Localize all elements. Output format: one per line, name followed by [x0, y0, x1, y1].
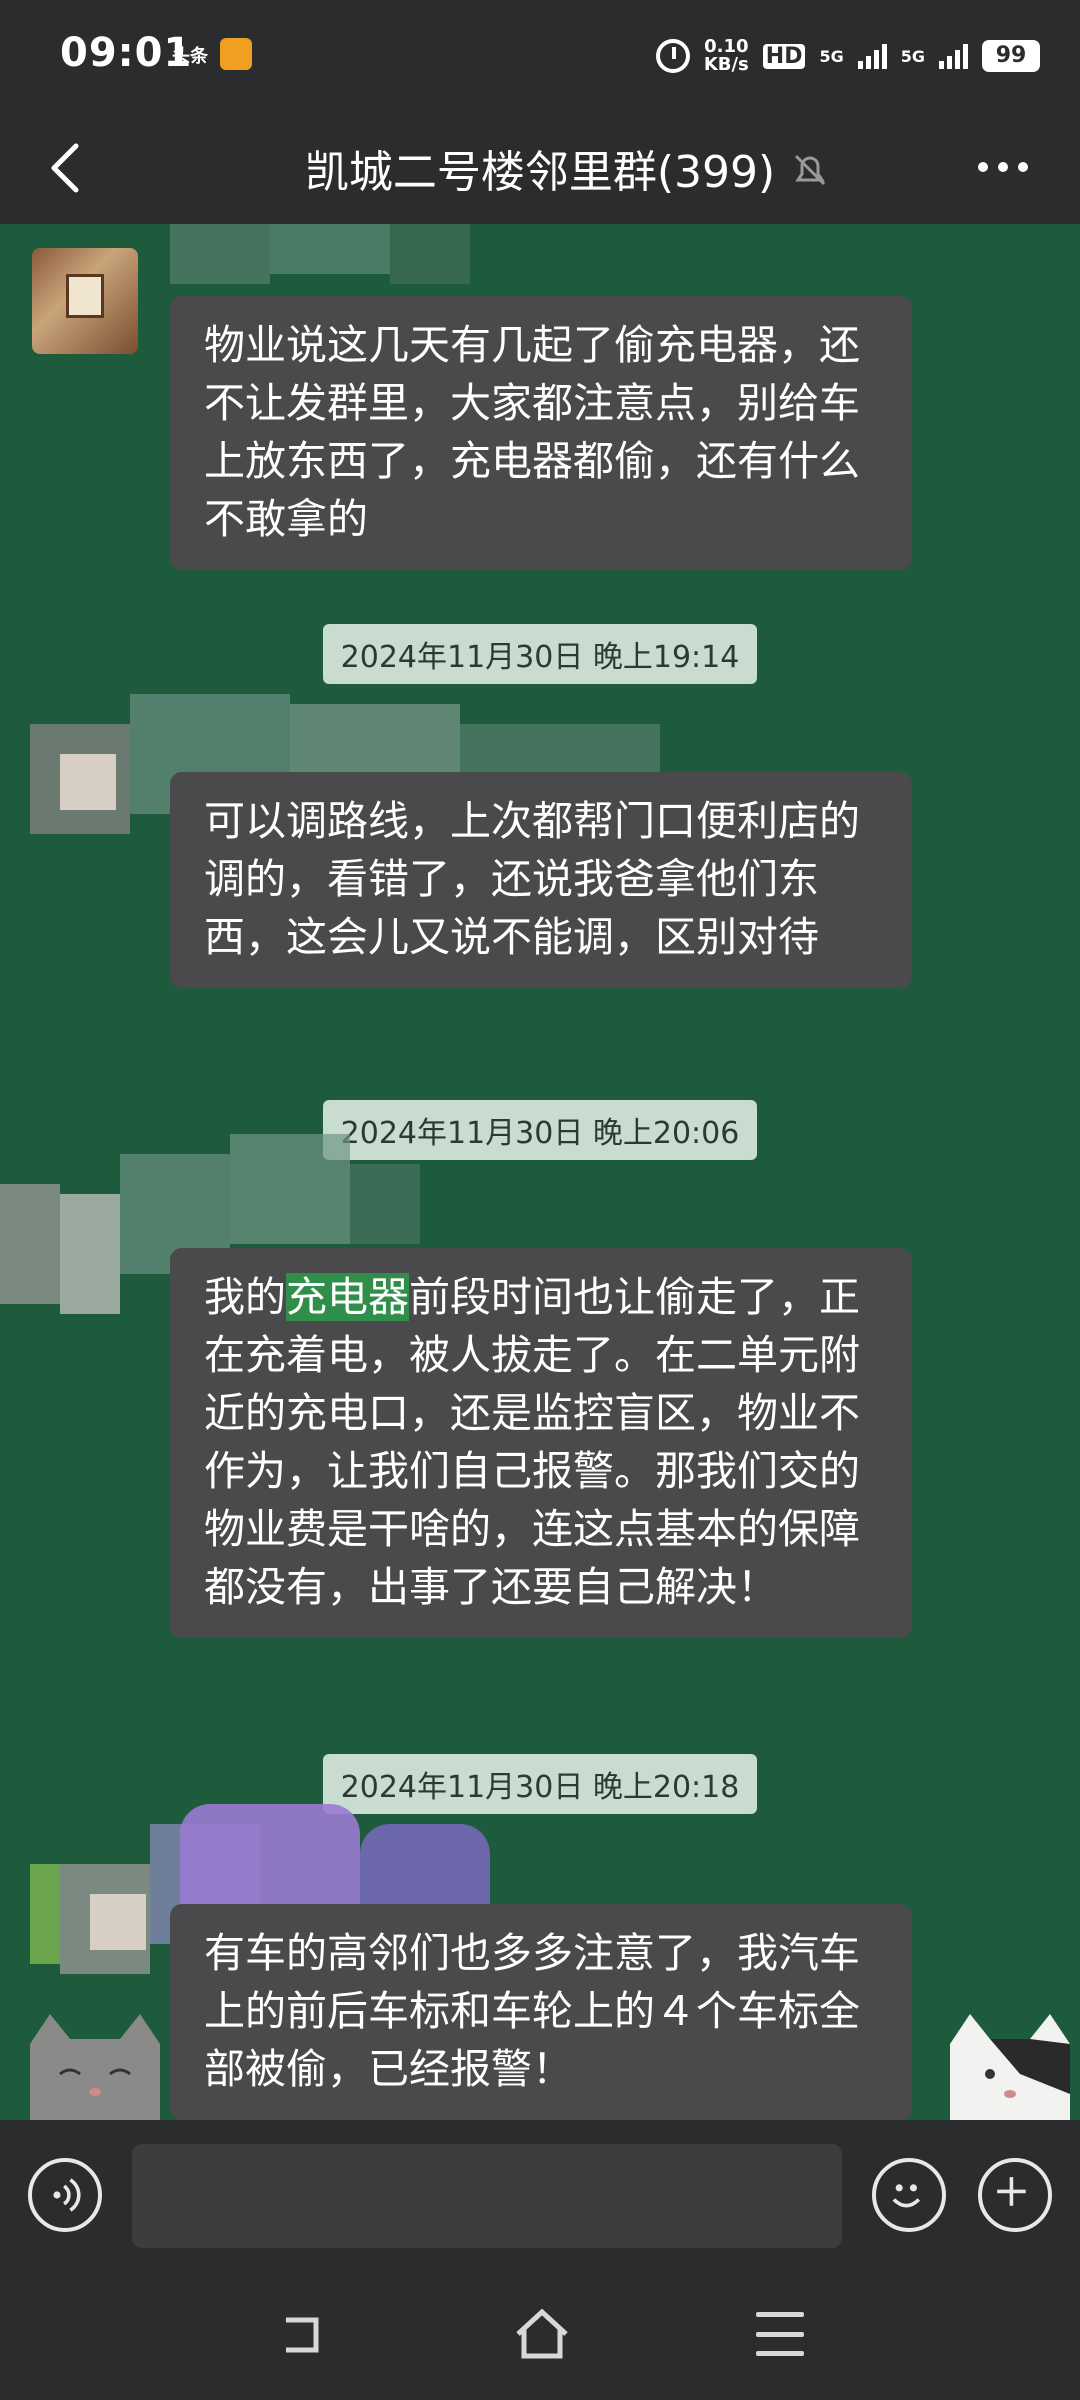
chat-area[interactable]: 物业说这几天有几起了偷充电器，还不让发群里，大家都注意点，别给车上放东西了，充电…	[0, 224, 1080, 2120]
alarm-icon	[655, 39, 690, 73]
system-nav-bar	[0, 2280, 1080, 2400]
voice-icon[interactable]	[28, 2158, 102, 2232]
nav-menu-icon[interactable]	[756, 2312, 804, 2356]
timestamp: 2024年11月30日 晚上19:14	[0, 624, 1080, 684]
message-bubble[interactable]: 有车的高邻们也多多注意了，我汽车上的前后车标和车轮上的４个车标全部被偷，已经报警…	[170, 1904, 912, 2120]
message-bubble[interactable]: 物业说这几天有几起了偷充电器，还不让发群里，大家都注意点，别给车上放东西了，充电…	[170, 296, 912, 570]
message-bubble[interactable]: 我的充电器前段时间也让偷走了，正在充着电，被人拔走了。在二单元附近的充电口，还是…	[170, 1248, 912, 1638]
hd-badge: HD	[762, 43, 806, 69]
app-notification-icon	[220, 38, 252, 70]
network-type-1: 5G	[819, 46, 844, 66]
nav-back-icon[interactable]	[276, 2310, 326, 2360]
plus-icon[interactable]	[978, 2158, 1052, 2232]
network-type-2: 5G	[900, 46, 925, 66]
message-bubble[interactable]: 可以调路线，上次都帮门口便利店的调的，看错了，还说我爸拿他们东西，这会儿又说不能…	[170, 772, 912, 988]
more-icon[interactable]	[978, 162, 1028, 172]
page-title[interactable]: 凯城二号楼邻里群(399)	[0, 136, 1080, 200]
blurred-sender-name	[170, 224, 470, 284]
status-bar: 09:01 头条 0.10 KB/s HD 5G 5G 99	[0, 0, 1080, 112]
avatar[interactable]	[32, 248, 138, 354]
signal-icon	[857, 43, 887, 69]
input-bar	[0, 2120, 1080, 2280]
nav-home-icon[interactable]	[512, 2304, 572, 2364]
message-input[interactable]	[132, 2144, 842, 2248]
battery-icon: 99	[982, 40, 1040, 72]
signal-icon	[939, 43, 968, 69]
emoji-icon[interactable]	[872, 2158, 946, 2232]
status-indicators: 0.10 KB/s HD 5G 5G 99	[655, 32, 1040, 80]
toutiao-badge: 头条	[172, 46, 208, 67]
chat-header: 凯城二号楼邻里群(399)	[0, 112, 1080, 224]
mute-icon	[794, 154, 826, 186]
cat-sticker-icon	[950, 2014, 1070, 2120]
network-speed: 0.10 KB/s	[703, 36, 749, 75]
cat-sticker-icon	[30, 2014, 160, 2120]
highlighted-keyword[interactable]: 充电器	[286, 1273, 409, 1321]
